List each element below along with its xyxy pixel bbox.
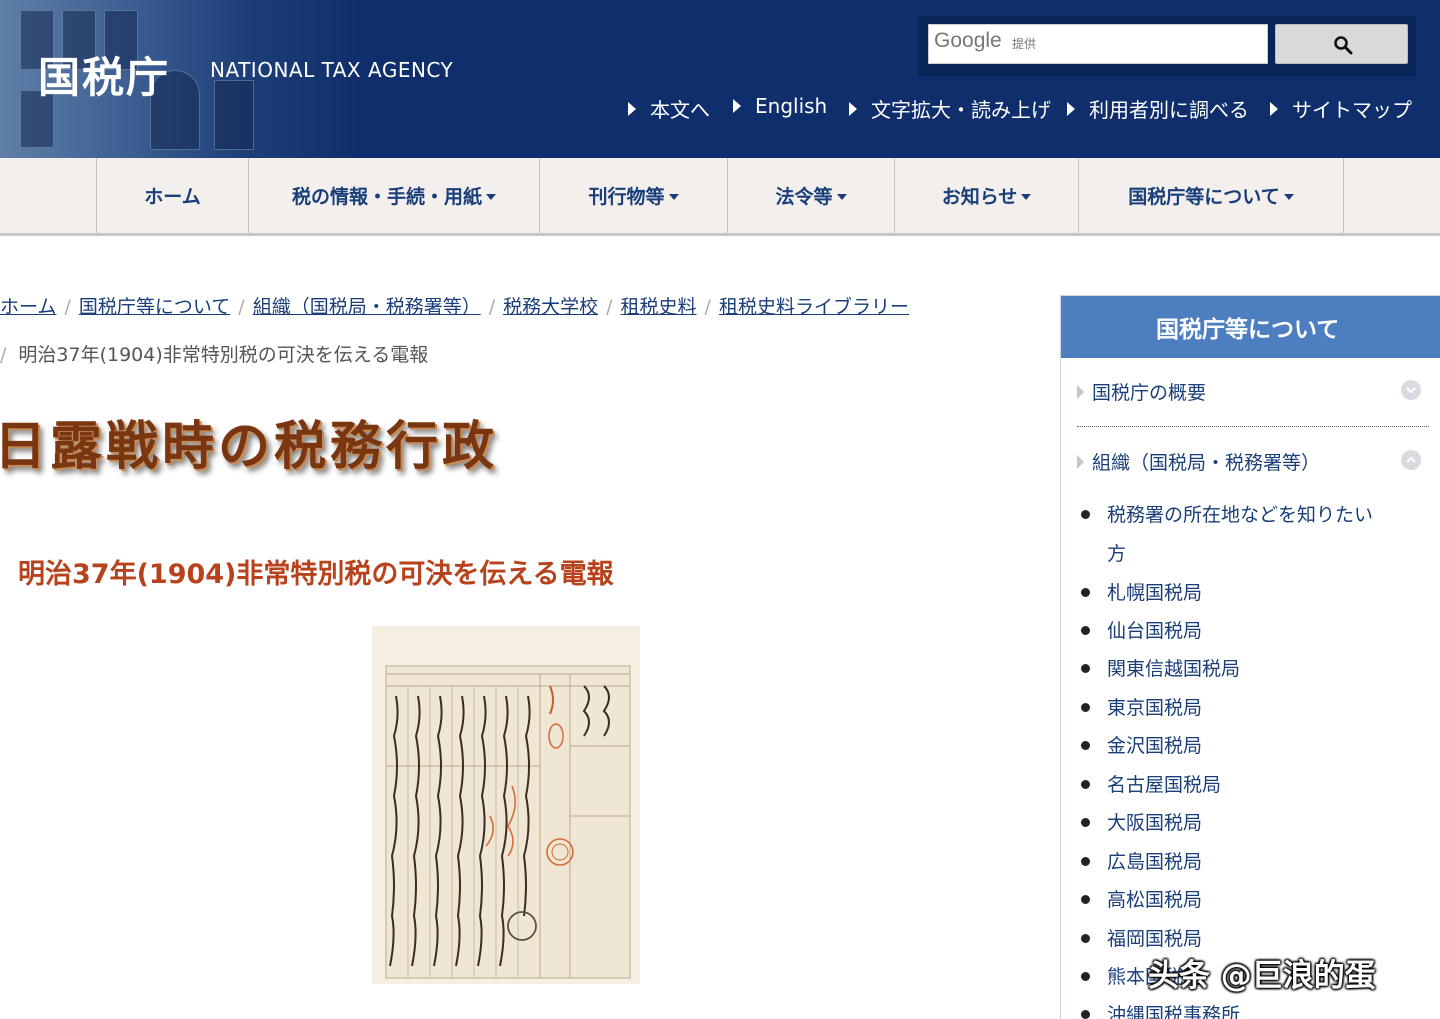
main-navigation: ホーム 税の情報・手続・用紙 刊行物等 法令等 お知らせ 国税庁等について xyxy=(0,158,1440,236)
triangle-right-icon xyxy=(1077,454,1084,469)
nav-about-agency[interactable]: 国税庁等について xyxy=(1078,158,1344,233)
breadcrumb: ホーム / 国税庁等について / 組織（国税局・税務署等） / 税務大学校 / 租税史料 / 租税史… xyxy=(0,296,909,318)
nav-notices[interactable]: お知らせ xyxy=(894,158,1078,233)
triangle-right-icon xyxy=(1077,384,1084,399)
sidebar: 国税庁等について 国税庁の概要 組織（国税局・税務署等） 税務署の所在地などを知… xyxy=(1060,295,1440,1019)
caret-down-icon xyxy=(668,193,679,200)
search-button[interactable] xyxy=(1275,24,1408,64)
collapse-up-icon[interactable] xyxy=(1401,450,1421,470)
nav-laws[interactable]: 法令等 xyxy=(727,158,894,233)
sidebar-divider xyxy=(1077,426,1429,427)
caret-down-icon xyxy=(1283,193,1294,200)
watermark: 头条 @巨浪的蛋 xyxy=(1148,958,1376,994)
breadcrumb-link-tax-college[interactable]: 税務大学校 xyxy=(503,296,598,318)
search-bar: Google 提供 xyxy=(918,16,1416,76)
sidebar-item-organization[interactable]: 組織（国税局・税務署等） xyxy=(1077,448,1320,475)
triangle-right-icon xyxy=(733,99,741,113)
breadcrumb-link-about[interactable]: 国税庁等について xyxy=(79,296,230,318)
section-banner-title: 日露戦時の税務行政 xyxy=(0,416,499,477)
breadcrumb-link-organization[interactable]: 組織（国税局・税務署等） xyxy=(253,296,481,318)
caret-down-icon xyxy=(486,193,496,200)
site-logo-english: NATIONAL TAX AGENCY xyxy=(210,58,454,82)
site-header: 国税庁 NATIONAL TAX AGENCY Google 提供 本文へ En… xyxy=(0,0,1440,158)
sidebar-title: 国税庁等について xyxy=(1061,296,1440,358)
util-link-sitemap[interactable]: サイトマップ xyxy=(1270,94,1412,123)
util-link-text-size[interactable]: 文字拡大・読み上げ xyxy=(849,94,1051,123)
triangle-right-icon xyxy=(628,101,636,116)
search-icon xyxy=(1334,36,1353,55)
sidebar-item-overview[interactable]: 国税庁の概要 xyxy=(1077,378,1206,405)
util-link-by-user[interactable]: 利用者別に調べる xyxy=(1067,94,1249,123)
nav-publications[interactable]: 刊行物等 xyxy=(539,158,727,233)
util-link-english[interactable]: English xyxy=(733,94,827,118)
breadcrumb-current: / 明治37年(1904)非常特別税の可決を伝える電報 xyxy=(0,344,429,366)
expand-down-icon[interactable] xyxy=(1401,380,1421,400)
caret-down-icon xyxy=(1021,193,1032,200)
page-title: 明治37年(1904)非常特別税の可決を伝える電報 xyxy=(18,559,614,590)
breadcrumb-link-home[interactable]: ホーム xyxy=(0,296,56,318)
google-provided-label: 提供 xyxy=(1012,37,1037,51)
triangle-right-icon xyxy=(1270,101,1278,116)
nav-tax-info[interactable]: 税の情報・手続・用紙 xyxy=(248,158,539,233)
nav-home[interactable]: ホーム xyxy=(96,158,248,233)
triangle-right-icon xyxy=(849,101,857,116)
search-input[interactable]: Google 提供 xyxy=(928,24,1268,64)
util-link-skip-to-content[interactable]: 本文へ xyxy=(628,94,710,123)
site-logo[interactable]: 国税庁 xyxy=(38,44,170,105)
breadcrumb-link-tax-library[interactable]: 租税史料ライブラリー xyxy=(719,296,909,318)
telegram-document-image xyxy=(372,626,640,984)
google-brand: Google xyxy=(934,29,1002,52)
triangle-right-icon xyxy=(1067,101,1075,116)
caret-down-icon xyxy=(836,193,847,200)
breadcrumb-link-tax-history[interactable]: 租税史料 xyxy=(621,296,697,318)
